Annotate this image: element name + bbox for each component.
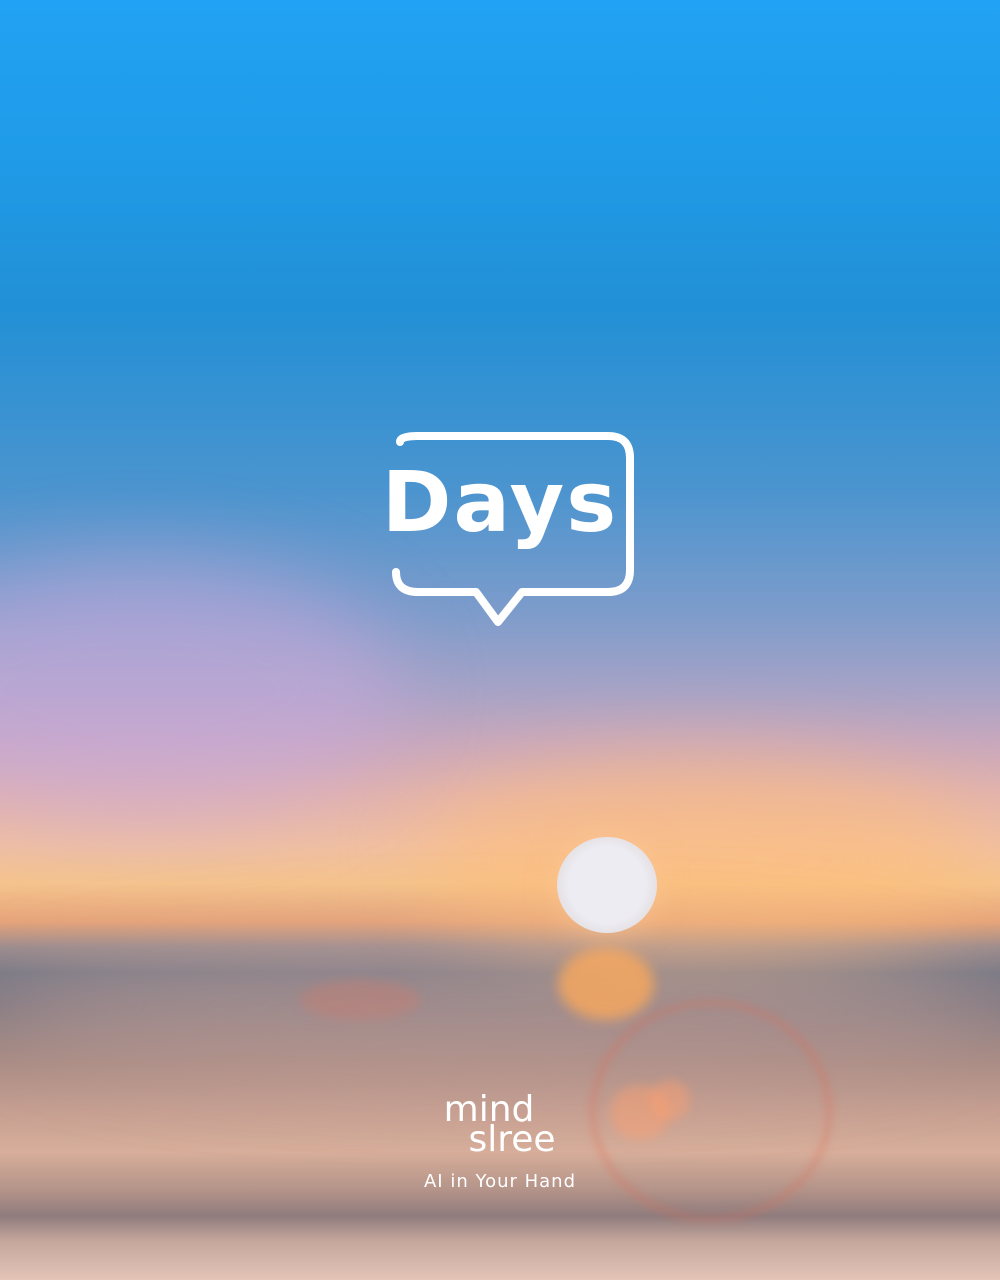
background-haze bbox=[0, 940, 1000, 1080]
sun bbox=[557, 837, 657, 933]
background-glow-orange bbox=[420, 760, 980, 960]
brand-name-line2: slree bbox=[468, 1119, 556, 1160]
lens-flare-dot bbox=[300, 980, 420, 1020]
app-logo-text: Days bbox=[381, 453, 619, 551]
splash-screen: Days mind slree AI in Your Hand bbox=[0, 0, 1000, 1280]
brand-footer: mind slree AI in Your Hand bbox=[0, 1092, 1000, 1193]
sun-reflection bbox=[558, 948, 654, 1020]
background-glow-purple bbox=[0, 560, 400, 820]
brand-tagline: AI in Your Hand bbox=[423, 1171, 577, 1192]
